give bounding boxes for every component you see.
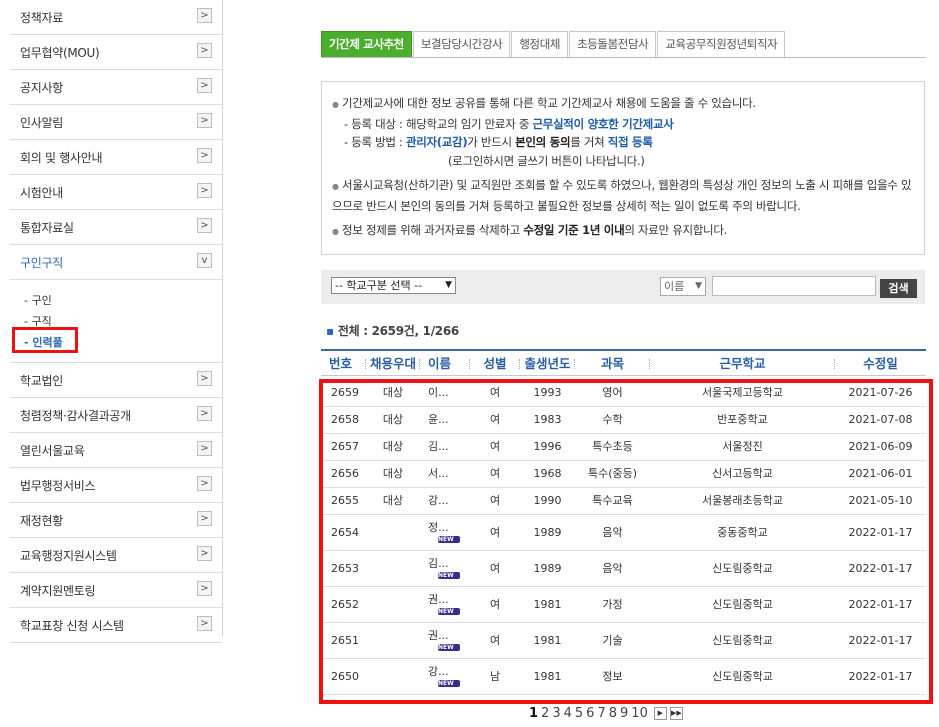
sidebar-item-label: 통합자료실 bbox=[20, 220, 74, 235]
chevron-right-icon[interactable]: > bbox=[197, 183, 212, 198]
info-line-1: ● 기간제교사에 대한 정보 공유를 통해 다른 학교 기간제교사 채용에 도움… bbox=[332, 96, 756, 110]
search-field-select[interactable]: 이름 ▼ bbox=[660, 277, 706, 296]
sidebar-item-label: 업무협약(MOU) bbox=[20, 45, 100, 60]
chevron-down-icon: ▼ bbox=[695, 281, 702, 291]
sidebar-item[interactable]: 인사알림 > bbox=[10, 105, 222, 140]
sidebar-subitem[interactable]: - 구인 bbox=[10, 290, 222, 311]
last-page-icon[interactable]: ▶▶ bbox=[669, 707, 683, 720]
sidebar-item-label: 공지사항 bbox=[20, 80, 63, 95]
info-notice-box: ● 기간제교사에 대한 정보 공유를 통해 다른 학교 기간제교사 채용에 도움… bbox=[321, 81, 925, 255]
chevron-down-icon: ▼ bbox=[445, 280, 452, 290]
tab-item[interactable]: 기간제 교사추천 bbox=[321, 31, 412, 57]
info-line-4: (로그인하시면 글쓰기 버튼이 나타납니다.) bbox=[448, 153, 645, 168]
chevron-right-icon[interactable]: > bbox=[197, 581, 212, 596]
page-link[interactable]: 10 bbox=[631, 706, 648, 721]
search-input[interactable] bbox=[712, 276, 876, 296]
sidebar-item[interactable]: 청렴정책·감사결과공개 > bbox=[10, 398, 222, 433]
page-link[interactable]: 5 bbox=[575, 706, 583, 721]
page-link[interactable]: 7 bbox=[597, 706, 605, 721]
sidebar-item[interactable]: 시험안내 > bbox=[10, 175, 222, 210]
sidebar-item-label: 인사알림 bbox=[20, 115, 63, 130]
sidebar-item[interactable]: 계약지원멘토링 > bbox=[10, 573, 222, 608]
tab-item[interactable]: 교육공무직원정년퇴직자 bbox=[657, 31, 786, 57]
sidebar-item[interactable]: 공지사항 > bbox=[10, 70, 222, 105]
page-link[interactable]: 4 bbox=[564, 706, 572, 721]
sidebar-item-label: 학교법인 bbox=[20, 373, 63, 388]
sidebar-item-label: 계약지원멘토링 bbox=[20, 583, 96, 598]
column-header: 성별 bbox=[470, 351, 520, 375]
info-paragraph-3: ● 정보 정제를 위해 과거자료를 삭제하고 수정일 기준 1년 이내의 자료만… bbox=[332, 223, 727, 237]
sidebar-item[interactable]: 학교법인 > bbox=[10, 363, 222, 398]
column-header: 출생년도 bbox=[520, 351, 575, 375]
chevron-right-icon[interactable]: > bbox=[197, 511, 212, 526]
info-line-3: - 등록 방법 : 관리자(교감)가 반드시 본인의 동의를 거쳐 직접 등록 bbox=[344, 135, 653, 149]
tab-item[interactable]: 행정대체 bbox=[511, 31, 569, 57]
info-paragraph-2: ● 서울시교육청(산하기관) 및 교직원만 조회를 할 수 있도록 하였으나, … bbox=[332, 178, 912, 213]
chevron-right-icon[interactable]: > bbox=[197, 406, 212, 421]
chevron-right-icon[interactable]: > bbox=[197, 546, 212, 561]
column-header: 과목 bbox=[575, 351, 650, 375]
page-link[interactable]: 9 bbox=[620, 706, 628, 721]
sidebar-item[interactable]: 교육행정지원시스템 > bbox=[10, 538, 222, 573]
info-line-2: - 등록 대상 : 해당학교의 임기 만료자 중 근무실적이 양호한 기간제교사 bbox=[344, 116, 674, 131]
search-button[interactable]: 검색 bbox=[880, 279, 917, 298]
column-header: 번호 bbox=[321, 351, 366, 375]
tab-item[interactable]: 초등돌봄전담사 bbox=[569, 31, 657, 57]
sidebar-nav: 정책자료 > 업무협약(MOU) > 공지사항 > 인사알림 > 회의 및 행사안내 > 시험안내 >… bbox=[10, 0, 223, 643]
chevron-right-icon[interactable]: > bbox=[197, 371, 212, 386]
column-header: 채용우대 bbox=[366, 351, 420, 375]
chevron-right-icon[interactable]: > bbox=[197, 476, 212, 491]
chevron-right-icon[interactable]: > bbox=[197, 616, 212, 631]
sidebar-item-label: 법무행정서비스 bbox=[20, 478, 96, 493]
sidebar-item-label: 정책자료 bbox=[20, 10, 63, 25]
total-count: ▪ 전체 : 2659건, 1/266 bbox=[326, 324, 459, 338]
chevron-right-icon[interactable]: > bbox=[197, 218, 212, 233]
chevron-right-icon[interactable]: > bbox=[197, 148, 212, 163]
sidebar-item[interactable]: 정책자료 > bbox=[10, 0, 222, 35]
chevron-right-icon[interactable]: > bbox=[197, 8, 212, 23]
column-header: 근무학교 bbox=[650, 351, 835, 375]
page-link[interactable]: 3 bbox=[552, 706, 560, 721]
page-link[interactable]: 2 bbox=[541, 706, 549, 721]
sidebar-item-label: 학교표창 신청 시스템 bbox=[20, 618, 124, 633]
sidebar-item-label: 회의 및 행사안내 bbox=[20, 150, 103, 165]
chevron-right-icon[interactable]: > bbox=[197, 113, 212, 128]
next-page-icon[interactable]: ▶ bbox=[653, 707, 667, 720]
sidebar-item-label: 구인구직 bbox=[20, 255, 63, 270]
sidebar-item-label: 재정현황 bbox=[20, 513, 63, 528]
sidebar-item-label: 시험안내 bbox=[20, 185, 63, 200]
chevron-right-icon[interactable]: > bbox=[197, 78, 212, 93]
sidebar-item-label: 열린서울교육 bbox=[20, 443, 85, 458]
page-link[interactable]: 8 bbox=[609, 706, 617, 721]
sidebar-item[interactable]: 재정현황 > bbox=[10, 503, 222, 538]
sidebar-item[interactable]: 열린서울교육 > bbox=[10, 433, 222, 468]
column-header: 수정일 bbox=[863, 356, 898, 371]
category-tabs: 기간제 교사추천 보결담당시간강사 행정대체 초등돌봄전담사 교육공무직원정년퇴직자 bbox=[321, 31, 926, 58]
tab-item[interactable]: 보결담당시간강사 bbox=[412, 31, 511, 57]
highlight-box-sidebar bbox=[12, 327, 78, 353]
sidebar-item[interactable]: 통합자료실 > bbox=[10, 210, 222, 245]
page-link[interactable]: 6 bbox=[586, 706, 594, 721]
chevron-down-icon[interactable]: v bbox=[197, 253, 212, 268]
chevron-right-icon[interactable]: > bbox=[197, 441, 212, 456]
column-header: 이름 bbox=[420, 351, 470, 375]
school-type-select[interactable]: -- 학교구분 선택 -- ▼ bbox=[331, 277, 456, 294]
sidebar-item-label: 교육행정지원시스템 bbox=[20, 548, 117, 563]
chevron-right-icon[interactable]: > bbox=[197, 43, 212, 58]
sidebar-item[interactable]: 법무행정서비스 > bbox=[10, 468, 222, 503]
sidebar-item[interactable]: 학교표창 신청 시스템 > bbox=[10, 608, 222, 643]
sidebar-item-label: 청렴정책·감사결과공개 bbox=[20, 408, 131, 423]
sidebar-item[interactable]: 회의 및 행사안내 > bbox=[10, 140, 222, 175]
sidebar-item[interactable]: 업무협약(MOU) > bbox=[10, 35, 222, 70]
pagination: 1 2 3 4 5 6 7 8 9 10 ▶ ▶▶ bbox=[529, 706, 683, 721]
highlight-box-table bbox=[319, 379, 933, 704]
sidebar-item[interactable]: 구인구직 v bbox=[10, 245, 222, 280]
table-header: 번호 채용우대 이름 성별 출생년도 과목 근무학교 수정일 bbox=[321, 349, 926, 376]
page-link[interactable]: 1 bbox=[529, 706, 538, 721]
search-bar: -- 학교구분 선택 -- ▼ 이름 ▼ 검색 bbox=[321, 270, 925, 304]
